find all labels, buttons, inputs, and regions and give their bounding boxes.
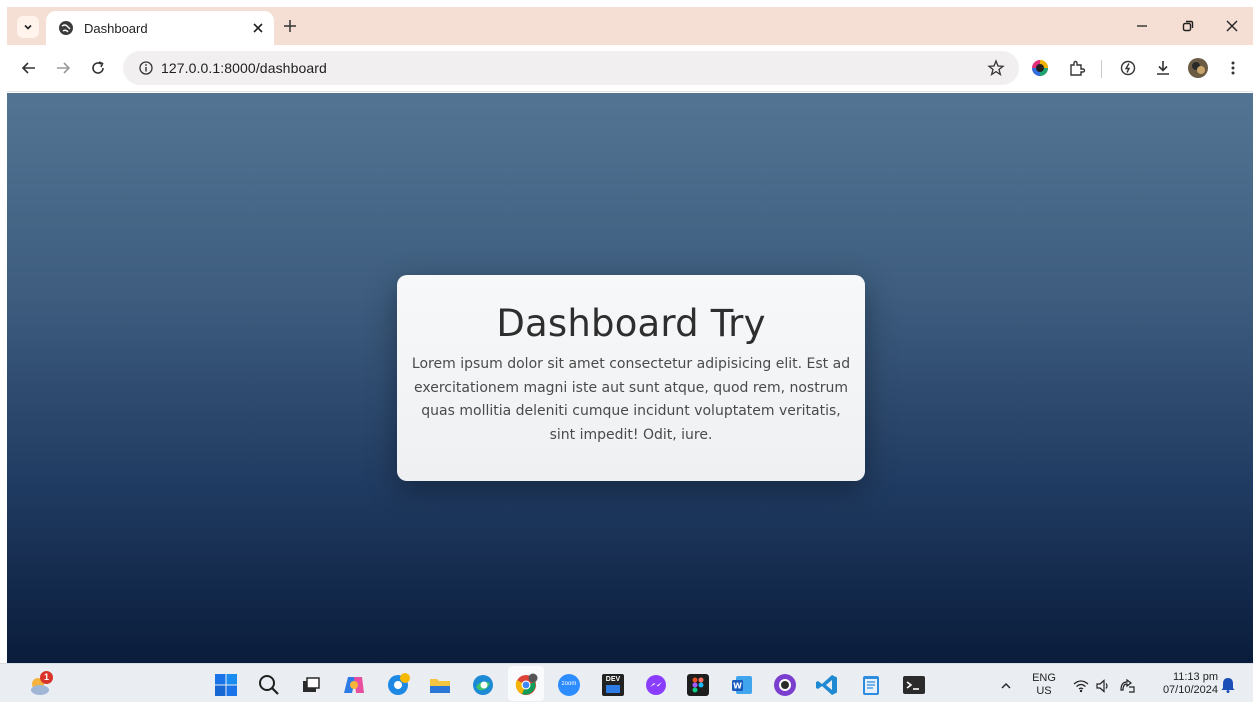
url-text[interactable]: 127.0.0.1:8000/dashboard (161, 60, 327, 76)
clock-time: 11:13 pm (1172, 671, 1218, 683)
file-explorer-icon[interactable] (428, 673, 452, 697)
volume-icon[interactable] (1095, 678, 1111, 694)
chrome-icon (515, 673, 538, 695)
notification-bell-icon[interactable] (1221, 677, 1235, 693)
reload-icon[interactable] (89, 59, 107, 77)
color-extension-icon[interactable] (1031, 59, 1049, 77)
language-line1: ENG (1032, 672, 1056, 684)
windows-taskbar: 1 zoom DEV W ENG US 11:13 pm 07/10/2024 (0, 663, 1253, 702)
windows-start-icon[interactable] (214, 673, 238, 697)
profile-avatar-icon[interactable] (1188, 58, 1208, 78)
figma-icon[interactable] (686, 673, 710, 697)
info-icon[interactable] (139, 61, 153, 75)
vscode-icon[interactable] (815, 673, 839, 697)
browser-toolbar: 127.0.0.1:8000/dashboard (7, 45, 1253, 92)
notepad-icon[interactable] (859, 673, 883, 697)
chevron-up-icon[interactable] (999, 679, 1013, 693)
chrome-active-tile[interactable] (508, 666, 544, 701)
minimize-icon[interactable] (1134, 18, 1150, 34)
bookmark-star-icon[interactable] (987, 59, 1005, 77)
tab-dashboard[interactable]: Dashboard (46, 11, 274, 45)
close-window-icon[interactable] (1224, 18, 1240, 34)
card-body-text: Lorem ipsum dolor sit amet consectetur a… (411, 356, 851, 443)
chevron-down-icon (24, 24, 32, 30)
dev-label: DEV (605, 676, 621, 683)
messenger-icon[interactable] (644, 673, 668, 697)
clock-date: 07/10/2024 (1162, 684, 1218, 696)
tab-search-button[interactable] (17, 16, 39, 38)
close-icon[interactable] (250, 20, 266, 36)
zoom-label: zoom (561, 681, 577, 687)
chrome-canary-icon[interactable] (386, 673, 410, 697)
globe-icon (59, 21, 73, 35)
performance-icon[interactable] (1119, 59, 1137, 77)
task-view-icon[interactable] (299, 673, 323, 697)
card-title: Dashboard Try (496, 302, 766, 345)
new-tab-icon[interactable] (282, 18, 298, 34)
forward-arrow-icon[interactable] (54, 59, 72, 77)
notification-badge: 1 (40, 671, 53, 684)
address-bar[interactable]: 127.0.0.1:8000/dashboard (123, 51, 1019, 85)
battery-charging-icon[interactable] (1118, 678, 1136, 694)
clock[interactable]: 11:13 pm 07/10/2024 (1148, 671, 1218, 697)
terminal-icon[interactable] (902, 673, 926, 697)
dashboard-card: Dashboard Try Lorem ipsum dolor sit amet… (397, 275, 865, 481)
github-icon[interactable] (773, 673, 797, 697)
zoom-app[interactable]: zoom (557, 673, 581, 697)
menu-kebab-icon[interactable] (1224, 59, 1242, 77)
edge-icon[interactable] (471, 673, 495, 697)
page-viewport: Dashboard Try Lorem ipsum dolor sit amet… (7, 93, 1253, 663)
tab-title: Dashboard (84, 21, 148, 36)
download-icon[interactable] (1154, 59, 1172, 77)
weather-widget[interactable]: 1 (27, 671, 55, 699)
extensions-puzzle-icon[interactable] (1068, 59, 1086, 77)
wifi-icon[interactable] (1073, 678, 1089, 694)
copilot-icon[interactable] (342, 673, 366, 697)
back-arrow-icon[interactable] (20, 59, 38, 77)
word-icon[interactable]: W (730, 673, 754, 697)
language-indicator[interactable]: ENG US (1030, 672, 1058, 698)
dev-app[interactable]: DEV (601, 673, 625, 697)
restore-icon[interactable] (1180, 18, 1196, 34)
tab-strip: Dashboard (7, 7, 1253, 45)
toolbar-divider (1101, 60, 1102, 78)
language-line2: US (1036, 685, 1052, 697)
search-icon[interactable] (257, 673, 281, 697)
svg-text:W: W (733, 682, 742, 691)
